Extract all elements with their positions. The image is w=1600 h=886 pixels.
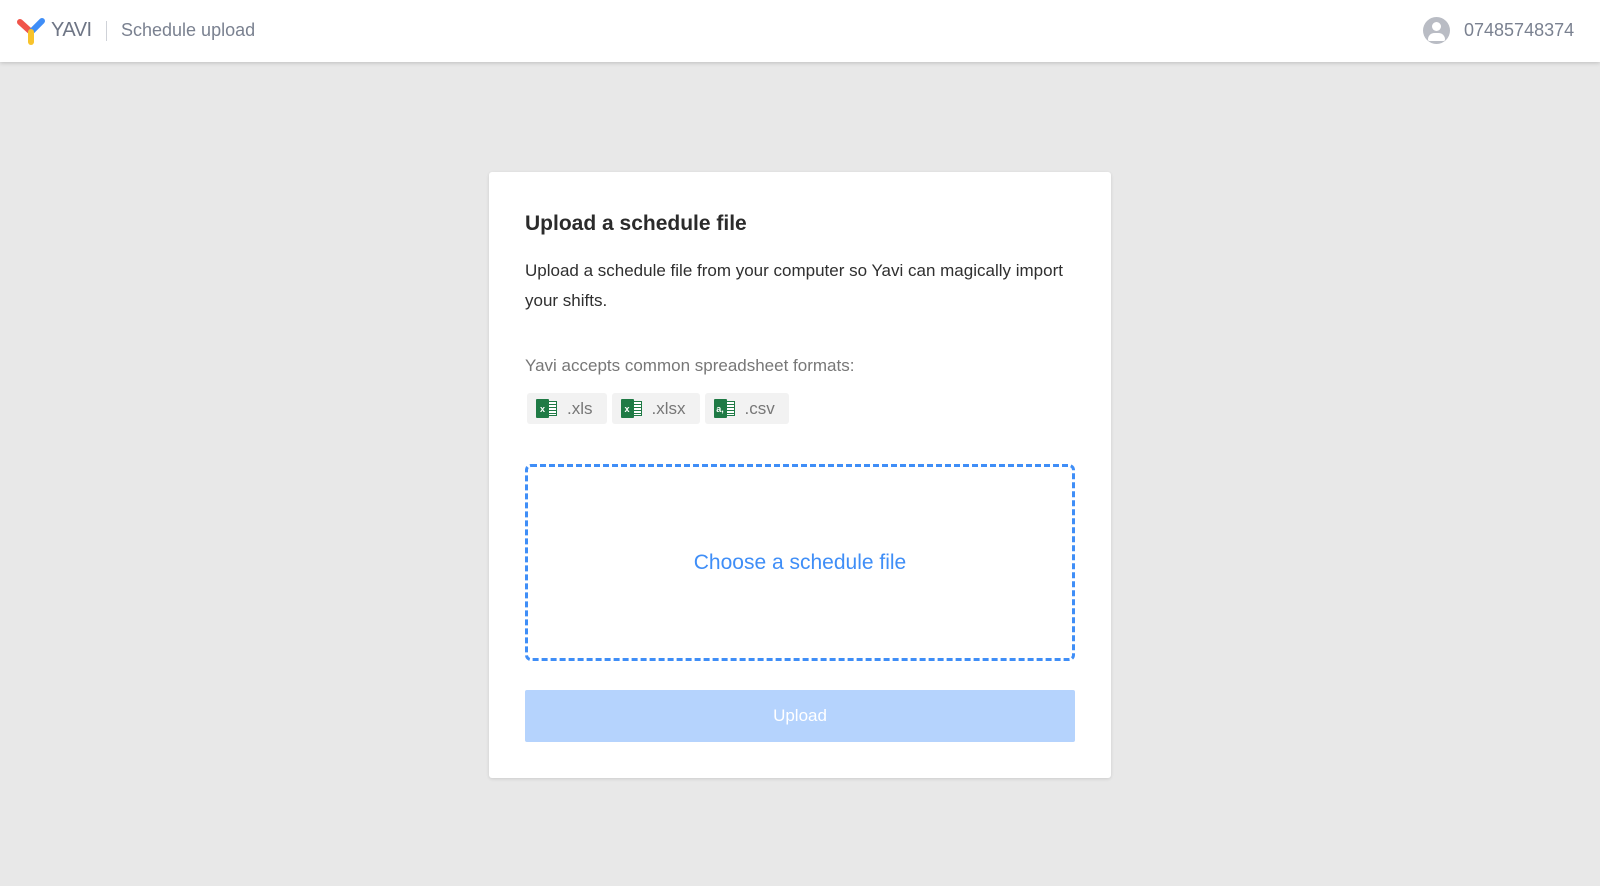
format-chip-xls: x .xls xyxy=(527,393,607,424)
format-list: x .xls x .xlsx a, .csv xyxy=(527,393,789,424)
csv-icon: a, xyxy=(713,399,735,418)
format-chip-xlsx: x .xlsx xyxy=(611,393,700,424)
accepted-formats-label: Yavi accepts common spreadsheet formats: xyxy=(525,356,855,375)
page-title: Schedule upload xyxy=(121,20,256,40)
card-title: Upload a schedule file xyxy=(525,212,747,235)
choose-file-link[interactable]: Choose a schedule file xyxy=(694,551,906,575)
upload-button[interactable]: Upload xyxy=(525,690,1075,742)
file-dropzone[interactable]: Choose a schedule file xyxy=(525,464,1075,661)
format-label: .xls xyxy=(567,398,593,418)
card-description: Upload a schedule file from your compute… xyxy=(525,261,1063,310)
format-label: .csv xyxy=(744,398,775,418)
user-phone[interactable]: 07485748374 xyxy=(1464,20,1574,41)
excel-icon: x xyxy=(536,399,557,418)
user-avatar-icon[interactable] xyxy=(1423,17,1450,44)
format-chip-csv: a, .csv xyxy=(704,393,789,424)
yavi-logo-icon xyxy=(17,18,45,45)
format-label: .xlsx xyxy=(651,398,686,418)
excel-icon: x xyxy=(620,399,642,418)
divider xyxy=(106,21,107,41)
brand-name: YAVI xyxy=(51,19,92,41)
upload-card: Upload a schedule file Upload a schedule… xyxy=(489,172,1111,778)
top-bar: YAVI Schedule upload 07485748374 xyxy=(0,0,1600,62)
